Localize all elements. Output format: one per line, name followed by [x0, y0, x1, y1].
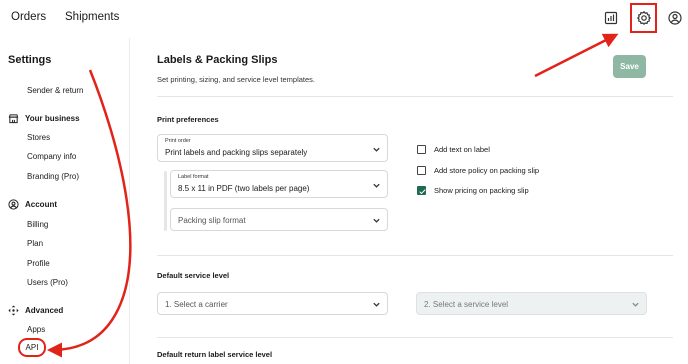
print-order-select[interactable]: Print order Print labels and packing sli…	[157, 134, 388, 162]
label-format-value: 8.5 x 11 in PDF (two labels per page)	[178, 184, 310, 193]
account-icon	[8, 199, 19, 210]
chevron-down-icon	[373, 218, 380, 223]
sidebar-section-account: Account	[8, 199, 57, 210]
divider	[157, 255, 673, 256]
checkbox[interactable]	[417, 166, 426, 175]
sidebar-item-api[interactable]: API	[18, 338, 46, 357]
checkbox-checked[interactable]	[417, 186, 426, 195]
sidebar-item-billing[interactable]: Billing	[27, 220, 48, 229]
section-title-default-service-level: Default service level	[157, 271, 230, 280]
print-order-value: Print labels and packing slips separatel…	[165, 148, 308, 157]
nav-orders[interactable]: Orders	[11, 11, 46, 23]
checkbox-label: Show pricing on packing slip	[434, 186, 529, 195]
save-button[interactable]: Save	[613, 55, 646, 78]
chevron-down-icon	[373, 147, 380, 152]
sidebar-item-plan[interactable]: Plan	[27, 239, 43, 248]
sidebar-item-profile[interactable]: Profile	[27, 259, 50, 268]
service-level-select[interactable]: 2. Select a service level	[416, 292, 647, 315]
packing-slip-format-placeholder: Packing slip format	[178, 216, 246, 225]
labels-packing-slips-panel: Labels & Packing Slips Set printing, siz…	[130, 38, 688, 364]
label-format-label: Label format	[178, 174, 209, 180]
sidebar-item-stores[interactable]: Stores	[27, 133, 50, 142]
page-subtitle: Set printing, sizing, and service level …	[157, 75, 315, 84]
move-icon	[8, 305, 19, 316]
print-order-label: Print order	[165, 138, 191, 144]
sidebar-section-your-business: Your business	[8, 113, 80, 124]
nav-shipments[interactable]: Shipments	[65, 11, 119, 23]
carrier-select[interactable]: 1. Select a carrier	[157, 292, 388, 315]
user-icon[interactable]	[667, 10, 683, 26]
checkbox-add-store-policy[interactable]: Add store policy on packing slip	[417, 166, 539, 175]
sidebar-title: Settings	[8, 54, 52, 66]
checkbox[interactable]	[417, 145, 426, 154]
carrier-placeholder: 1. Select a carrier	[165, 300, 228, 309]
section-title-print-preferences: Print preferences	[157, 115, 219, 124]
indent-bar	[164, 171, 167, 231]
divider	[157, 337, 673, 338]
top-bar: Orders Shipments	[0, 0, 688, 38]
sidebar-item-sender-return[interactable]: Sender & return	[27, 86, 83, 95]
checkbox-label: Add text on label	[434, 145, 490, 154]
divider	[157, 96, 673, 97]
bar-chart-icon[interactable]	[603, 10, 619, 26]
chevron-down-icon	[632, 302, 639, 307]
sidebar-item-users[interactable]: Users (Pro)	[27, 278, 68, 287]
sidebar-item-branding[interactable]: Branding (Pro)	[27, 172, 79, 181]
gear-highlight-box	[630, 3, 657, 33]
sidebar-item-company-info[interactable]: Company info	[27, 152, 76, 161]
store-icon	[8, 114, 19, 124]
settings-sidebar: Settings Sender & return Your business S…	[0, 38, 130, 364]
sidebar-section-advanced: Advanced	[8, 305, 63, 316]
checkbox-add-text-on-label[interactable]: Add text on label	[417, 145, 490, 154]
checkbox-show-pricing[interactable]: Show pricing on packing slip	[417, 186, 529, 195]
packing-slip-format-select[interactable]: Packing slip format	[170, 208, 388, 231]
sidebar-section-label: Your business	[25, 114, 80, 123]
label-format-select[interactable]: Label format 8.5 x 11 in PDF (two labels…	[170, 170, 388, 198]
sidebar-section-label: Account	[25, 200, 57, 209]
page-title: Labels & Packing Slips	[157, 54, 278, 66]
sidebar-item-apps[interactable]: Apps	[27, 325, 45, 334]
checkbox-label: Add store policy on packing slip	[434, 166, 540, 175]
sidebar-section-label: Advanced	[25, 306, 64, 315]
chevron-down-icon	[373, 183, 380, 188]
section-title-return-label-service: Default return label service level	[157, 350, 273, 359]
chevron-down-icon	[373, 302, 380, 307]
service-level-placeholder: 2. Select a service level	[424, 300, 509, 309]
sidebar-item-label: API	[25, 343, 39, 352]
